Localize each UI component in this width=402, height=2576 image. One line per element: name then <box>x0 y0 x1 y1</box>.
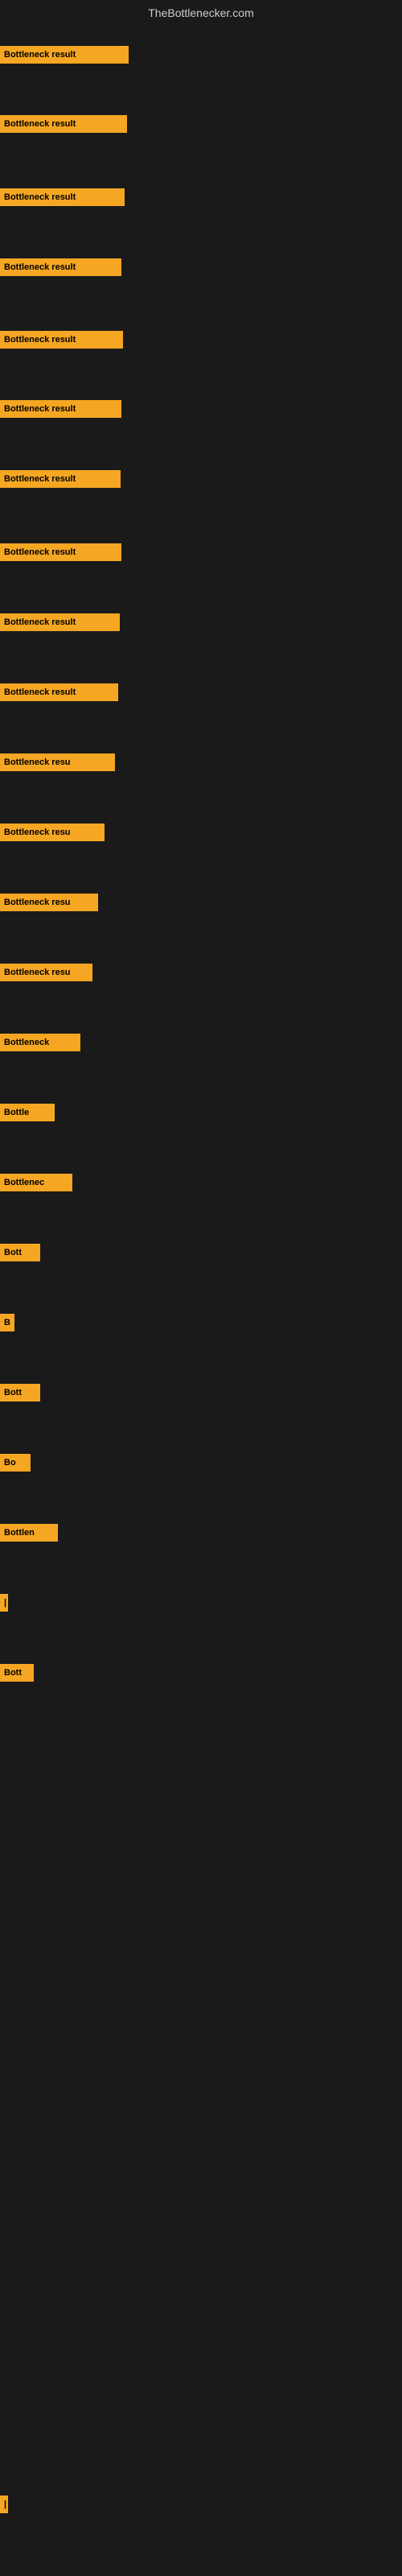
bottleneck-bar-11: Bottleneck resu <box>0 753 115 771</box>
bottleneck-bar-2: Bottleneck result <box>0 115 127 133</box>
bottleneck-bar-12: Bottleneck resu <box>0 824 105 841</box>
bottleneck-bar-4: Bottleneck result <box>0 258 121 276</box>
bottleneck-bar-7: Bottleneck result <box>0 470 121 488</box>
bottleneck-bar-3: Bottleneck result <box>0 188 125 206</box>
bottleneck-bar-14: Bottleneck resu <box>0 964 92 981</box>
bottleneck-bar-5: Bottleneck result <box>0 331 123 349</box>
bottleneck-bar-22: Bottlen <box>0 1524 58 1542</box>
bottleneck-bar-24: Bott <box>0 1664 34 1682</box>
bottleneck-bar-15: Bottleneck <box>0 1034 80 1051</box>
bottleneck-bar-10: Bottleneck result <box>0 683 118 701</box>
bottleneck-bar-13: Bottleneck resu <box>0 894 98 911</box>
bottleneck-bar-18: Bott <box>0 1244 40 1261</box>
bottleneck-bar-21: Bo <box>0 1454 31 1472</box>
bottleneck-bar-17: Bottlenec <box>0 1174 72 1191</box>
bottleneck-bar-20: Bott <box>0 1384 40 1402</box>
bottleneck-bar-8: Bottleneck result <box>0 543 121 561</box>
site-title: TheBottlenecker.com <box>0 0 402 26</box>
bottleneck-bar-28: | <box>0 2496 8 2513</box>
bottleneck-bar-19: B <box>0 1314 14 1331</box>
bottleneck-bar-23: | <box>0 1594 8 1612</box>
bottleneck-bar-6: Bottleneck result <box>0 400 121 418</box>
bottleneck-bar-1: Bottleneck result <box>0 46 129 64</box>
bottleneck-bar-16: Bottle <box>0 1104 55 1121</box>
bottleneck-bar-9: Bottleneck result <box>0 613 120 631</box>
